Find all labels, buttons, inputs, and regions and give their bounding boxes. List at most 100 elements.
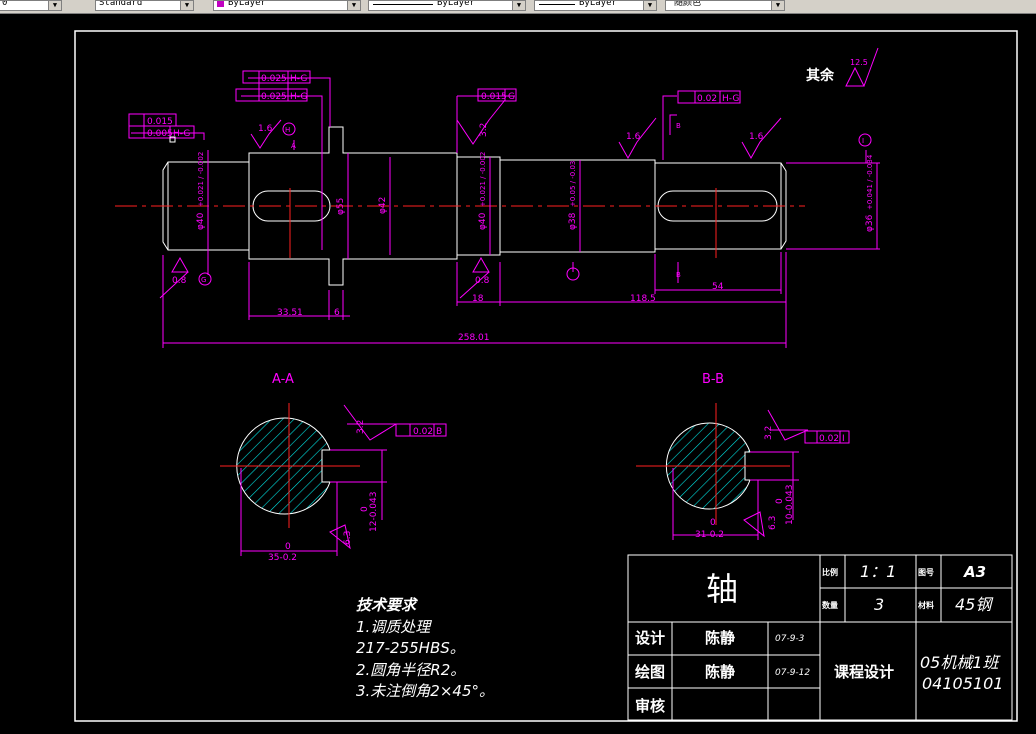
lineweight-value: ByLayer	[579, 0, 617, 8]
part-name: 轴	[706, 570, 738, 608]
properties-toolbar: 0 ▼ Standard ▼ ByLayer ▼ ByLayer ▼ ByLay…	[0, 0, 1036, 14]
sec-a-roughness: 3.2	[356, 420, 366, 434]
drawing-border	[74, 30, 1018, 722]
color-value: ByLayer	[228, 0, 266, 8]
color-dropdown[interactable]: ByLayer ▼	[213, 0, 361, 11]
material-label: 材料	[918, 600, 934, 610]
sec-b-tol: 0.02	[819, 434, 839, 444]
tol-2-ref: H-G	[290, 92, 307, 102]
first-dropdown[interactable]: 0 ▼	[0, 0, 62, 11]
dia-38: φ38	[568, 212, 578, 230]
surface-finish-label: 其余	[806, 67, 835, 84]
sec-a-depth-top: 0	[360, 506, 370, 512]
qty-label: 数量	[822, 600, 838, 610]
linetype-dropdown[interactable]: ByLayer ▼	[368, 0, 526, 11]
sec-a-depth: 12-0.043	[369, 492, 379, 532]
sec-a-bottom-roughness: 6.3	[343, 531, 353, 545]
roughness-1-6-c: 1.6	[749, 132, 764, 142]
linetype-sample-icon	[373, 4, 433, 5]
sec-b-depth: 10-0.043	[785, 485, 795, 525]
sec-a-width: 35-0.2	[268, 553, 297, 563]
linetype-value: ByLayer	[437, 0, 475, 8]
section-b: 3.2 0.02 I 10-0.043 0 31-0.2 0 6.3	[636, 403, 850, 540]
dia-40-b: φ40	[478, 212, 488, 230]
len-54: 54	[712, 282, 724, 292]
roughness-1-6-b: 1.6	[626, 132, 641, 142]
tech-req-line1: 1.调质处理	[356, 618, 432, 636]
text-style-value: Standard	[99, 0, 143, 8]
sec-a-width-top: 0	[285, 542, 291, 552]
len-118-5: 118.5	[630, 294, 656, 304]
sec-b-tol-ref: I	[842, 434, 845, 444]
len-18: 18	[472, 294, 484, 304]
section-b-title: B-B	[702, 372, 724, 387]
roughness-0-8-b: 0.8	[475, 276, 490, 286]
section-a-title: A-A	[272, 372, 294, 387]
chevron-down-icon[interactable]: ▼	[180, 1, 193, 10]
len-6: 6	[334, 308, 340, 318]
material-value: 45钢	[955, 595, 993, 614]
dia-55: φ55	[336, 198, 346, 215]
datum-3: I	[862, 137, 864, 145]
chevron-down-icon[interactable]: ▼	[512, 1, 525, 10]
drawing-canvas[interactable]: 0.025 H-G 0.025 H-G 0.015 0.005 H-G 0.01…	[0, 14, 1036, 734]
text-style-dropdown[interactable]: Standard ▼	[95, 0, 194, 11]
roughness-0-8-a: 0.8	[172, 276, 187, 286]
tech-req-line2: 217-255HBS。	[356, 639, 465, 657]
plotstyle-dropdown[interactable]: 随颜色 ▼	[665, 0, 785, 11]
checker-label: 审核	[635, 697, 665, 715]
magenta-swatch-icon	[217, 1, 224, 7]
scale-label: 比例	[822, 567, 838, 577]
sheet-value: A3	[963, 563, 986, 581]
drafter-date: 07-9-12	[775, 668, 810, 678]
section-mark-b-top: B	[676, 122, 681, 130]
designer-name: 陈静	[705, 629, 735, 647]
qty-value: 3	[874, 595, 884, 614]
sec-a-tol-ref: B	[436, 427, 442, 437]
chevron-down-icon[interactable]: ▼	[347, 1, 360, 10]
drafter-label: 绘图	[635, 663, 665, 681]
tech-req-line3: 2.圆角半径R2。	[356, 661, 465, 679]
plotstyle-value: 随颜色	[674, 0, 702, 8]
tol-5-ref: G	[508, 92, 515, 102]
tol-6-ref: H-G	[722, 94, 739, 104]
project-name: 课程设计	[834, 663, 894, 681]
section-mark-a-top: A	[291, 142, 296, 150]
dia-40-a: φ40	[196, 212, 206, 230]
title-block: 轴 比例 1：1 图号 A3 数量 3 材料 45钢 设计 陈静 07-9-3 …	[627, 554, 1013, 721]
tol-4-ref: H-G	[173, 129, 190, 139]
dia-40-b-tol: +0.021 / -0.002	[479, 152, 487, 207]
tol-3: 0.015	[147, 117, 173, 127]
section-mark-b-bottom: B	[676, 271, 681, 279]
chevron-down-icon[interactable]: ▼	[48, 1, 61, 10]
scale-value: 1：1	[860, 562, 896, 581]
designer-date: 07-9-3	[775, 634, 805, 644]
sec-b-depth-top: 0	[775, 498, 785, 504]
dia-38-tol: +0.05 / -0.03	[569, 161, 577, 207]
lineweight-dropdown[interactable]: ByLayer ▼	[534, 0, 657, 11]
len-33-51: 33.51	[277, 308, 303, 318]
designer-label: 设计	[635, 629, 665, 647]
drafter-name: 陈静	[705, 663, 735, 681]
chevron-down-icon[interactable]: ▼	[771, 1, 784, 10]
sec-b-roughness: 3.2	[764, 426, 774, 440]
surface-finish-value: 12.5	[850, 58, 868, 67]
class-name: 05机械1班	[920, 653, 1002, 672]
lineweight-sample-icon	[539, 4, 575, 5]
dia-36-tol: +0.041 / -0.034	[866, 154, 874, 210]
tol-2: 0.025	[261, 92, 287, 102]
len-258-01: 258.01	[458, 333, 490, 343]
dia-42: φ42	[378, 197, 388, 214]
tech-requirements: 技术要求 1.调质处理 217-255HBS。 2.圆角半径R2。 3.未注倒角…	[356, 596, 494, 700]
tol-5: 0.015	[481, 92, 507, 102]
tech-req-title: 技术要求	[356, 596, 418, 614]
chevron-down-icon[interactable]: ▼	[643, 1, 656, 10]
sec-b-bottom-roughness: 6.3	[768, 516, 778, 530]
datum-2: G	[201, 276, 206, 284]
dia-36: φ36	[865, 214, 875, 232]
sec-b-width-top: 0	[710, 518, 716, 528]
roughness-3-2: 3.2	[479, 123, 489, 137]
first-dropdown-value: 0	[2, 0, 8, 8]
tol-6: 0.02	[697, 94, 717, 104]
roughness-1-6-a: 1.6	[258, 124, 273, 134]
